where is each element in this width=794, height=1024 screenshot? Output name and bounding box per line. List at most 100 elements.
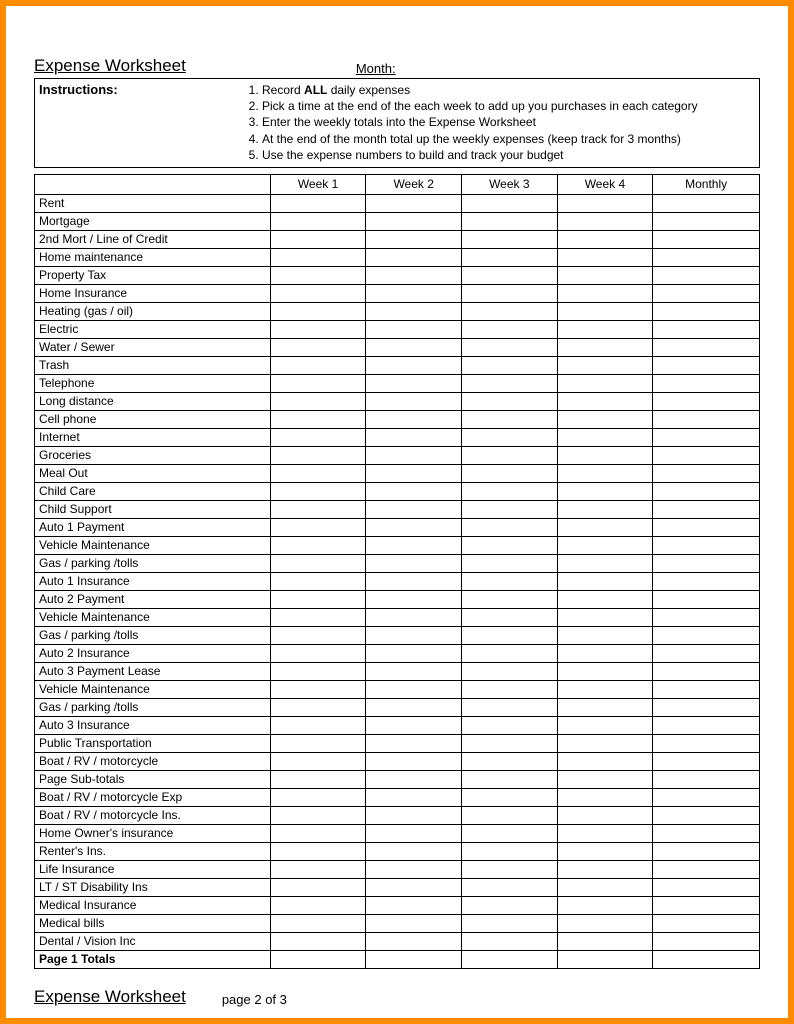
value-cell[interactable]: [461, 374, 557, 392]
value-cell[interactable]: [270, 662, 366, 680]
value-cell[interactable]: [270, 878, 366, 896]
value-cell[interactable]: [557, 482, 653, 500]
value-cell[interactable]: [270, 590, 366, 608]
totals-cell[interactable]: [366, 950, 462, 968]
value-cell[interactable]: [461, 248, 557, 266]
value-cell[interactable]: [270, 698, 366, 716]
value-cell[interactable]: [557, 734, 653, 752]
value-cell[interactable]: [461, 752, 557, 770]
value-cell[interactable]: [653, 338, 760, 356]
value-cell[interactable]: [653, 608, 760, 626]
value-cell[interactable]: [557, 824, 653, 842]
value-cell[interactable]: [270, 572, 366, 590]
value-cell[interactable]: [270, 464, 366, 482]
value-cell[interactable]: [461, 554, 557, 572]
value-cell[interactable]: [557, 680, 653, 698]
value-cell[interactable]: [653, 392, 760, 410]
value-cell[interactable]: [461, 392, 557, 410]
value-cell[interactable]: [653, 680, 760, 698]
value-cell[interactable]: [653, 284, 760, 302]
value-cell[interactable]: [270, 788, 366, 806]
value-cell[interactable]: [366, 410, 462, 428]
value-cell[interactable]: [461, 662, 557, 680]
value-cell[interactable]: [461, 194, 557, 212]
value-cell[interactable]: [557, 500, 653, 518]
value-cell[interactable]: [366, 824, 462, 842]
value-cell[interactable]: [461, 788, 557, 806]
value-cell[interactable]: [461, 716, 557, 734]
value-cell[interactable]: [461, 320, 557, 338]
value-cell[interactable]: [461, 230, 557, 248]
value-cell[interactable]: [366, 266, 462, 284]
value-cell[interactable]: [270, 824, 366, 842]
value-cell[interactable]: [557, 338, 653, 356]
value-cell[interactable]: [653, 266, 760, 284]
value-cell[interactable]: [366, 662, 462, 680]
value-cell[interactable]: [653, 410, 760, 428]
value-cell[interactable]: [366, 284, 462, 302]
value-cell[interactable]: [366, 752, 462, 770]
value-cell[interactable]: [270, 608, 366, 626]
value-cell[interactable]: [270, 500, 366, 518]
value-cell[interactable]: [270, 374, 366, 392]
value-cell[interactable]: [461, 896, 557, 914]
value-cell[interactable]: [653, 698, 760, 716]
value-cell[interactable]: [461, 608, 557, 626]
value-cell[interactable]: [557, 626, 653, 644]
value-cell[interactable]: [461, 878, 557, 896]
value-cell[interactable]: [366, 518, 462, 536]
value-cell[interactable]: [557, 284, 653, 302]
value-cell[interactable]: [557, 410, 653, 428]
value-cell[interactable]: [557, 608, 653, 626]
value-cell[interactable]: [270, 536, 366, 554]
value-cell[interactable]: [557, 518, 653, 536]
value-cell[interactable]: [270, 482, 366, 500]
value-cell[interactable]: [653, 212, 760, 230]
value-cell[interactable]: [653, 590, 760, 608]
value-cell[interactable]: [557, 194, 653, 212]
value-cell[interactable]: [653, 770, 760, 788]
totals-cell[interactable]: [461, 950, 557, 968]
value-cell[interactable]: [270, 554, 366, 572]
value-cell[interactable]: [270, 212, 366, 230]
value-cell[interactable]: [461, 464, 557, 482]
value-cell[interactable]: [366, 212, 462, 230]
value-cell[interactable]: [366, 194, 462, 212]
value-cell[interactable]: [270, 428, 366, 446]
value-cell[interactable]: [653, 554, 760, 572]
value-cell[interactable]: [461, 284, 557, 302]
value-cell[interactable]: [653, 536, 760, 554]
value-cell[interactable]: [557, 248, 653, 266]
value-cell[interactable]: [270, 410, 366, 428]
value-cell[interactable]: [653, 716, 760, 734]
value-cell[interactable]: [461, 770, 557, 788]
value-cell[interactable]: [557, 230, 653, 248]
value-cell[interactable]: [461, 860, 557, 878]
value-cell[interactable]: [366, 626, 462, 644]
value-cell[interactable]: [461, 536, 557, 554]
value-cell[interactable]: [653, 248, 760, 266]
value-cell[interactable]: [461, 626, 557, 644]
value-cell[interactable]: [461, 824, 557, 842]
value-cell[interactable]: [461, 842, 557, 860]
value-cell[interactable]: [270, 734, 366, 752]
value-cell[interactable]: [461, 932, 557, 950]
value-cell[interactable]: [557, 770, 653, 788]
value-cell[interactable]: [557, 212, 653, 230]
value-cell[interactable]: [366, 500, 462, 518]
value-cell[interactable]: [653, 230, 760, 248]
value-cell[interactable]: [270, 392, 366, 410]
value-cell[interactable]: [366, 914, 462, 932]
value-cell[interactable]: [653, 572, 760, 590]
value-cell[interactable]: [653, 914, 760, 932]
value-cell[interactable]: [461, 500, 557, 518]
value-cell[interactable]: [366, 680, 462, 698]
value-cell[interactable]: [653, 446, 760, 464]
totals-cell[interactable]: [270, 950, 366, 968]
value-cell[interactable]: [270, 644, 366, 662]
value-cell[interactable]: [557, 932, 653, 950]
value-cell[interactable]: [557, 644, 653, 662]
value-cell[interactable]: [270, 860, 366, 878]
value-cell[interactable]: [557, 914, 653, 932]
value-cell[interactable]: [557, 374, 653, 392]
